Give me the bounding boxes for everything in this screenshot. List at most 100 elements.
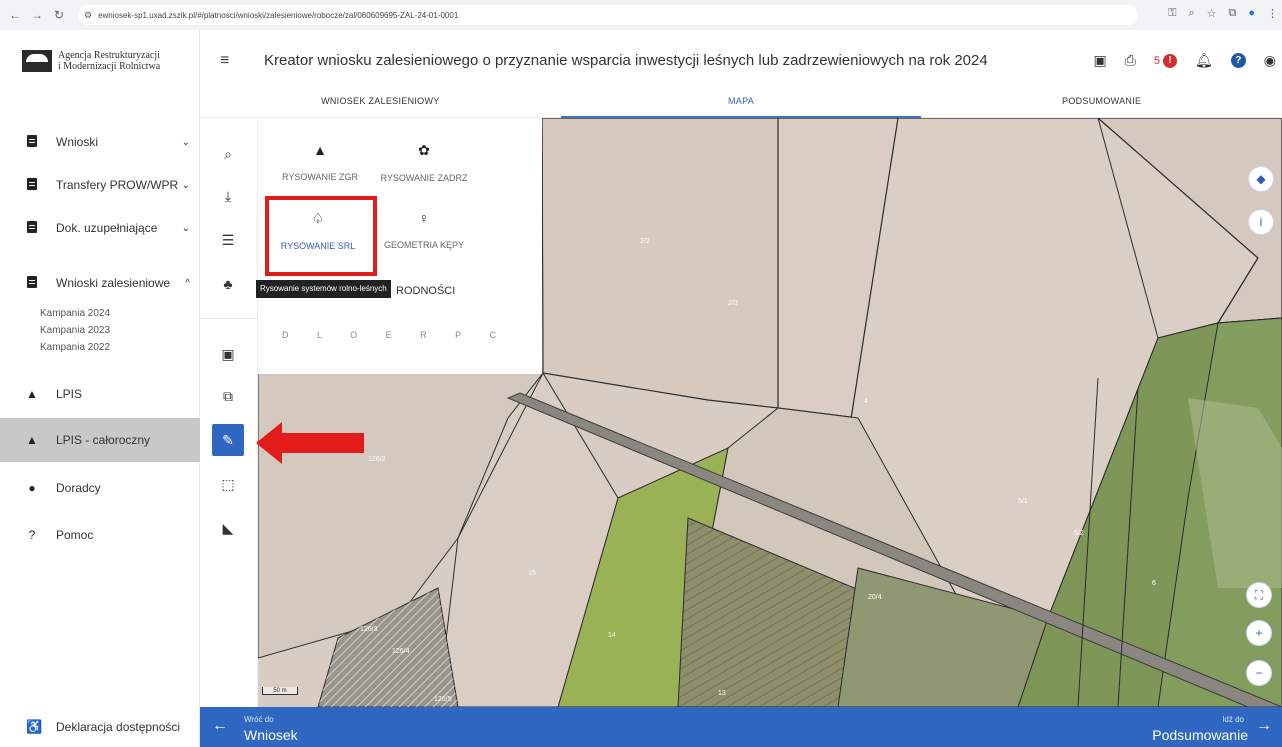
browser-toolbar: ← → ↻ ⚙ ewniosek-sp1.uxad.zszik.pl/#/pla… (0, 0, 1282, 30)
parcel-label: 6 (1152, 580, 1156, 587)
reload-icon[interactable]: ↻ (52, 8, 66, 22)
draw-option-geometria-kepy[interactable]: ♀ GEOMETRIA KĘPY (372, 210, 476, 250)
footer-nav-bar: ← Wróć do Wniosek Idź do Podsumowanie → (200, 707, 1282, 747)
hamburger-menu-icon[interactable]: ≡ (220, 52, 229, 70)
draw-option-partial-label[interactable]: RODNOŚCI (396, 285, 455, 297)
tab-wniosek-zalesieniowy[interactable]: WNIOSEK ZALESIENIOWY (200, 90, 561, 117)
map-tool-strip: ⌕ ⤓ ☰ ♣ ▣ ⧉ ✎ ⬚ ◣ (200, 118, 258, 707)
tooltip: Rysowanie systemów rolno-leśnych (256, 280, 391, 298)
bookmark-star-icon[interactable]: ☆ (1207, 7, 1217, 20)
sidebar-item-transfery[interactable]: Transfery PROW/WPR ⌄ (0, 163, 200, 207)
print-icon[interactable]: ⎙ (1125, 52, 1136, 69)
tab-podsumowanie[interactable]: PODSUMOWANIE (921, 90, 1282, 117)
parcel-label: 13 (718, 690, 726, 697)
panel-letter-row: D L O E R P C (282, 330, 510, 340)
sidebar-item-dok-uzupelniajace[interactable]: Dok. uzupełniające ⌄ (0, 206, 200, 250)
chevron-down-icon: ⌄ (181, 222, 190, 234)
parcel-label: 5/1 (1018, 498, 1028, 505)
forward-nav-icon[interactable]: → (30, 8, 44, 22)
parcel-label: 2/3 (728, 300, 738, 307)
back-nav-icon[interactable]: ← (8, 8, 22, 22)
mountain-icon: ▲ (26, 387, 38, 401)
sidebar-item-doradcy[interactable]: ● Doradcy (0, 466, 200, 510)
back-arrow-icon[interactable]: ← (212, 717, 228, 735)
accessibility-declaration-link[interactable]: ♿ Deklaracja dostępności (0, 707, 200, 747)
page-title: Kreator wniosku zalesieniowego o przyzna… (264, 52, 988, 69)
draw-option-zadrz[interactable]: ✿ RYSOWANIE ZADRZ (372, 142, 476, 183)
zoom-out-icon[interactable]: − (1246, 660, 1272, 686)
sidebar-item-label: Dok. uzupełniające (56, 221, 158, 235)
zoom-in-icon[interactable]: + (1246, 620, 1272, 646)
tab-mapa[interactable]: MAPA (560, 90, 922, 118)
clipboard-icon (26, 275, 38, 291)
back-button[interactable]: Wniosek (244, 727, 298, 743)
parcel-label: 20/4 (868, 594, 882, 601)
info-icon[interactable]: i (1248, 209, 1274, 235)
highlight-box (265, 196, 377, 276)
clipboard-icon (26, 134, 38, 150)
next-arrow-icon[interactable]: → (1256, 717, 1272, 735)
browser-menu-icon[interactable]: ⋮ (1267, 7, 1278, 20)
chevron-down-icon: ⌄ (181, 179, 190, 191)
person-icon: ● (28, 481, 36, 495)
extensions-icon[interactable]: ⧉ (1228, 7, 1236, 20)
arimr-logo[interactable]: Agencja Restrukturyzacji i Modernizacji … (22, 50, 160, 72)
next-button[interactable]: Podsumowanie (1152, 727, 1248, 743)
sidebar-subitem-kampania-2024[interactable]: Kampania 2024 (40, 308, 110, 319)
zoom-icon[interactable]: ⌕ (1188, 7, 1194, 20)
measure-icon[interactable]: ◣ (212, 512, 244, 544)
account-icon[interactable]: ◉ (1264, 52, 1276, 69)
help-icon[interactable]: ? (1230, 53, 1246, 68)
error-count: 5 (1153, 54, 1160, 67)
copy-geometry-icon[interactable]: ⧉ (212, 380, 244, 412)
fullscreen-icon[interactable]: ⛶ (1246, 582, 1272, 608)
layers-icon[interactable]: ◆ (1248, 166, 1274, 192)
site-info-icon[interactable]: ⚙ (84, 10, 92, 21)
sidebar-item-label: Doradcy (56, 481, 101, 495)
notification-bell-icon[interactable]: 🔔︎ (1195, 52, 1213, 69)
sidebar-item-pomoc[interactable]: ? Pomoc (0, 513, 200, 557)
draw-option-zgr[interactable]: ▲ RYSOWANIE ZGR (258, 142, 382, 182)
logo-line-2: i Modernizacji Rolnictwa (58, 61, 161, 72)
sidebar-item-wnioski-zalesieniowe[interactable]: Wnioski zalesieniowe ^ (0, 261, 200, 305)
parcel-label: 126/2 (368, 456, 386, 463)
accessibility-icon: ♿ (26, 719, 43, 734)
back-sub-label: Wróć do (244, 715, 274, 724)
help-icon: ? (28, 528, 36, 542)
next-sub-label: Idź do (1222, 715, 1244, 724)
clipboard-icon (26, 177, 38, 193)
draw-option-label: GEOMETRIA KĘPY (383, 240, 465, 250)
draw-pencil-icon[interactable]: ✎ (212, 424, 244, 456)
page-header: ≡ Kreator wniosku zalesieniowego o przyz… (200, 30, 1282, 90)
sidebar-item-label: Transfery PROW/WPR (56, 178, 179, 192)
sidebar-subitem-kampania-2022[interactable]: Kampania 2022 (40, 342, 110, 353)
sidebar-item-wnioski[interactable]: Wnioski ⌄ (0, 120, 200, 164)
forest-icon[interactable]: ♣ (212, 268, 244, 300)
red-arrow-annotation (256, 422, 364, 464)
errors-indicator[interactable]: 5 ! (1153, 53, 1177, 68)
parcel-label: 15 (528, 570, 536, 577)
download-icon[interactable]: ⤓ (212, 180, 244, 212)
sidebar-subitem-kampania-2023[interactable]: Kampania 2023 (40, 325, 110, 336)
sidebar-item-label: Wnioski (56, 135, 99, 149)
sidebar-item-label: LPIS (56, 387, 83, 401)
chevron-up-icon: ^ (185, 277, 190, 289)
parcel-label: 126/3 (360, 626, 378, 633)
list-icon[interactable]: ☰ (212, 224, 244, 256)
password-key-icon[interactable]: ⚿ (1168, 7, 1176, 20)
sidebar-item-lpis[interactable]: ▲ LPIS (0, 372, 200, 416)
address-bar[interactable]: ⚙ ewniosek-sp1.uxad.zszik.pl/#/platnosci… (78, 5, 1138, 25)
tool-divider (200, 318, 258, 319)
parcel-label: 5/2 (1074, 530, 1084, 537)
search-icon[interactable]: ⌕ (212, 138, 244, 170)
tree-icon: ▲ (313, 142, 327, 158)
sidebar-item-lpis-caloroczny[interactable]: ▲ LPIS - całoroczny (0, 418, 200, 462)
save-icon[interactable]: ▣ (1093, 52, 1106, 69)
parcel-label: 126/4 (392, 648, 410, 655)
bounding-box-icon[interactable]: ⬚ (212, 468, 244, 500)
profile-icon[interactable]: ● (1248, 7, 1255, 20)
logo-mark-icon (22, 50, 52, 72)
accessibility-label: Deklaracja dostępności (56, 720, 181, 734)
select-area-icon[interactable]: ▣ (212, 338, 244, 370)
map-scale-bar: 50 m (262, 687, 298, 695)
